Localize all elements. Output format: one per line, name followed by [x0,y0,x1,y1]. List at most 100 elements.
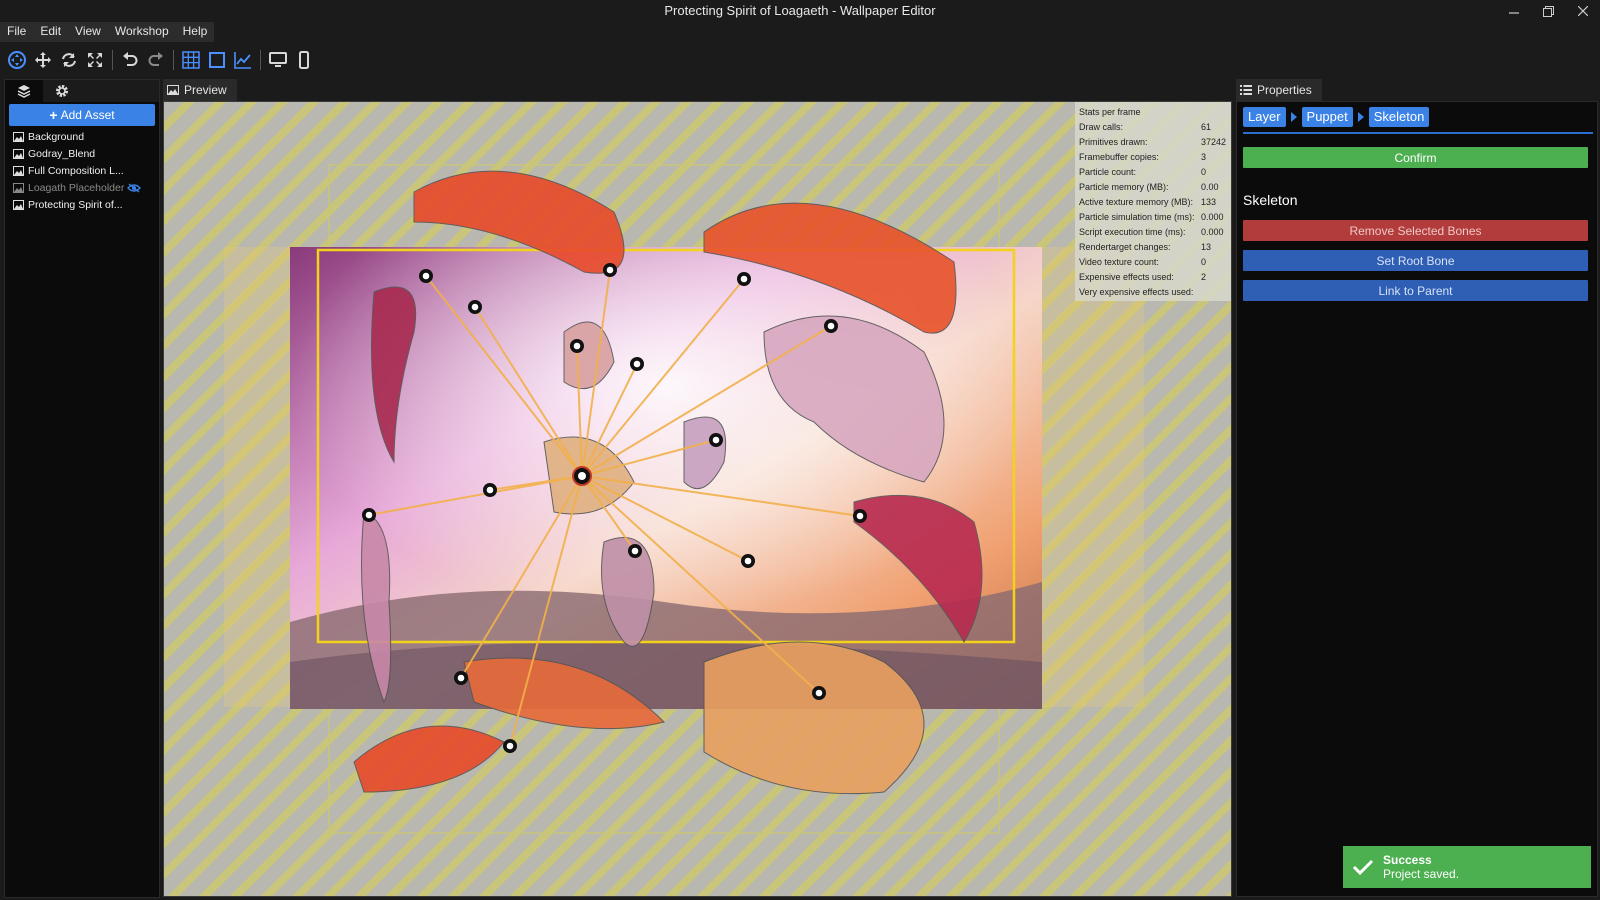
preview-canvas[interactable]: Stats per frame Draw calls: 61 Primitives… [163,101,1232,897]
toolbar-separator [112,50,113,70]
properties-panel: Layer Puppet Skeleton Confirm Skeleton R… [1236,101,1598,897]
list-item[interactable]: Godray_Blend [5,145,159,162]
grid-toggle-button[interactable] [178,48,204,72]
graph-toggle-button[interactable] [230,48,256,72]
close-icon [1578,6,1588,16]
section-title: Skeleton [1243,192,1298,208]
asset-label: Godray_Blend [28,147,96,160]
plus-icon: + [49,107,58,123]
stats-row: Active texture memory (MB): 133 [1079,196,1217,207]
list-item[interactable]: Loagath Placeholder [5,179,159,196]
breadcrumb: Layer Puppet Skeleton [1243,107,1430,127]
stats-row: Particle memory (MB): 0.00 [1079,181,1219,192]
stats-row: Particle count: 0 [1079,166,1207,177]
chevron-right-icon [1357,112,1364,122]
close-button[interactable] [1566,0,1600,22]
set-root-bone-button[interactable]: Set Root Bone [1243,250,1588,271]
add-asset-label: Add Asset [60,108,115,122]
breadcrumb-underline [1243,132,1593,134]
image-icon [13,199,24,210]
frame-stats-overlay: Stats per frame Draw calls: 61 Primitives… [1075,102,1231,301]
maximize-button[interactable] [1531,0,1565,22]
scale-icon [88,53,102,67]
preview-tab-label: Preview [184,83,227,97]
tab-preview[interactable]: Preview [163,79,237,101]
toolbar-separator [260,50,261,70]
menu-bar: File Edit View Workshop Help [0,22,215,42]
undo-icon [123,52,138,66]
success-toast[interactable]: Success Project saved. [1343,846,1591,888]
image-icon [13,131,24,142]
gear-icon [56,85,68,97]
toast-message: Project saved. [1383,867,1460,881]
bounds-toggle-button[interactable] [204,48,230,72]
move-icon [35,52,51,68]
asset-label: Protecting Spirit of... [28,198,123,211]
stats-row: Script execution time (ms): 0.000 [1079,226,1224,237]
layers-icon [17,85,31,98]
link-to-parent-button[interactable]: Link to Parent [1243,280,1588,301]
redo-icon [148,52,163,66]
image-icon [13,182,24,193]
image-icon [13,165,24,176]
image-icon [13,148,24,159]
menu-workshop[interactable]: Workshop [107,22,176,42]
gizmo-select-button[interactable] [4,48,30,72]
toolbar-separator [173,50,174,70]
scene-artwork [224,164,1144,834]
breadcrumb-puppet[interactable]: Puppet [1301,107,1353,127]
desktop-icon [269,52,287,67]
window-title: Protecting Spirit of Loagaeth - Wallpape… [664,3,936,18]
list-icon [1240,85,1252,95]
bounds-icon [209,52,225,68]
stats-row: Framebuffer copies: 3 [1079,151,1207,162]
add-asset-button[interactable]: + Add Asset [9,104,155,126]
stats-row: Rendertarget changes: 13 [1079,241,1212,252]
menu-help[interactable]: Help [175,22,215,42]
stats-row: Expensive effects used: 2 [1079,271,1207,282]
remove-selected-bones-button[interactable]: Remove Selected Bones [1243,220,1588,241]
rotate-button[interactable] [56,48,82,72]
undo-button[interactable] [117,48,143,72]
asset-label: Loagath Placeholder [28,181,125,194]
minimize-button[interactable] [1497,0,1531,22]
stats-title: Stats per frame [1079,106,1141,117]
eye-hidden-icon[interactable] [127,182,142,193]
redo-button[interactable] [143,48,169,72]
menu-view[interactable]: View [68,22,108,42]
list-item[interactable]: Background [5,128,159,145]
minimize-icon [1509,12,1519,14]
move-button[interactable] [30,48,56,72]
image-icon [167,85,179,95]
asset-label: Full Composition L... [28,164,124,177]
properties-tab-label: Properties [1257,83,1312,97]
asset-panel-tabs [5,80,159,102]
menu-edit[interactable]: Edit [33,22,69,42]
gizmo-select-icon [8,51,26,69]
scale-button[interactable] [82,48,108,72]
breadcrumb-layer[interactable]: Layer [1243,107,1286,127]
mobile-icon [299,51,309,69]
graph-icon [234,52,251,69]
confirm-button[interactable]: Confirm [1243,147,1588,168]
stats-row: Very expensive effects used: [1079,286,1194,297]
restore-icon [1542,5,1554,17]
check-icon [1343,858,1383,876]
mobile-view-button[interactable] [291,48,317,72]
list-item[interactable]: Full Composition L... [5,162,159,179]
menu-file[interactable]: File [0,22,34,42]
tab-settings[interactable] [43,80,81,102]
tab-layers[interactable] [5,80,43,102]
chevron-right-icon [1290,112,1297,122]
tab-properties[interactable]: Properties [1236,79,1322,101]
list-item[interactable]: Protecting Spirit of... [5,196,159,213]
stats-row: Draw calls: 61 [1079,121,1212,132]
desktop-view-button[interactable] [265,48,291,72]
title-bar: Protecting Spirit of Loagaeth - Wallpape… [0,0,1600,22]
toast-title: Success [1383,853,1432,867]
stats-row: Particle simulation time (ms): 0.000 [1079,211,1224,222]
grid-icon [182,51,200,69]
asset-panel: + Add Asset Background Godray_Blend Full… [4,79,160,898]
toolbar [0,46,1600,74]
breadcrumb-skeleton[interactable]: Skeleton [1368,107,1430,127]
